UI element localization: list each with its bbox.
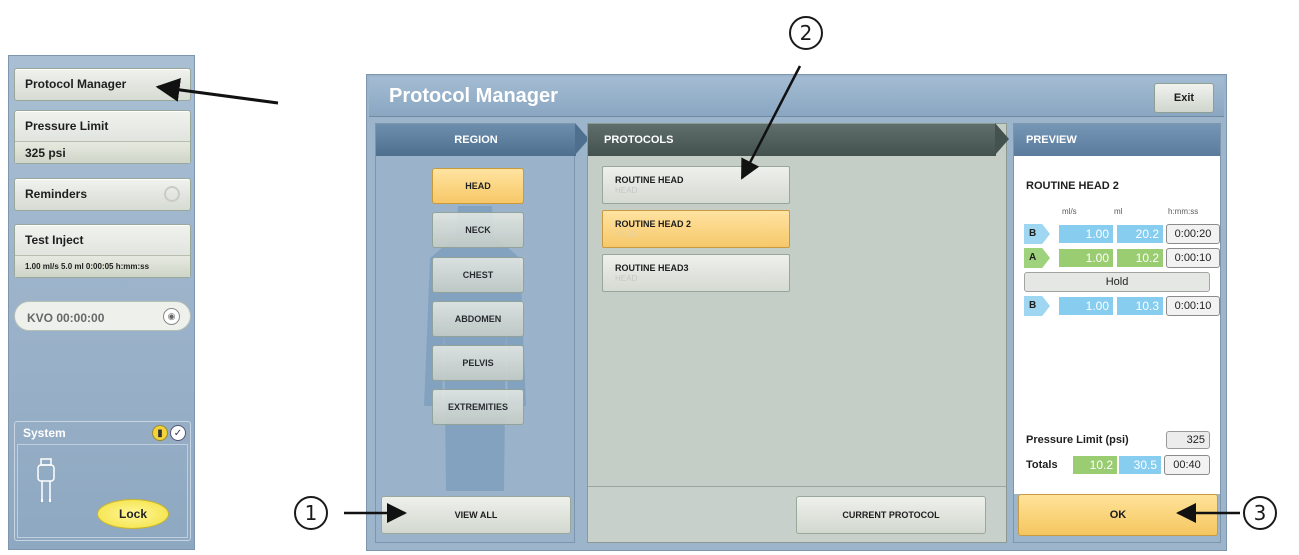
callout-2: 2	[789, 16, 823, 50]
phase-duration: 0:00:20	[1166, 224, 1220, 244]
phase-flow: 1.00	[1058, 248, 1114, 268]
phase-duration: 0:00:10	[1166, 248, 1220, 268]
left-side-panel: Protocol Manager Pressure Limit 325 psi …	[8, 55, 195, 550]
region-abdomen-button[interactable]: ABDOMEN	[432, 301, 524, 337]
protocol-name: ROUTINE HEAD	[615, 175, 684, 185]
kvo-label: KVO 00:00:00	[27, 311, 105, 325]
test-inject-value: 1.00 ml/s 5.0 ml 0:00:05 h:mm:ss	[15, 255, 190, 277]
test-inject-label: Test Inject	[25, 233, 84, 247]
system-panel: System ▮ ✓ Lock	[14, 421, 191, 541]
stopwatch-icon	[164, 186, 180, 202]
protocol-region: HEAD	[615, 186, 638, 195]
protocol-name: ROUTINE HEAD3	[615, 263, 689, 273]
system-body: Lock	[17, 444, 188, 538]
phase-row[interactable]: B 1.00 10.3 0:00:10	[1024, 296, 1220, 316]
phase-flow: 1.00	[1058, 296, 1114, 316]
region-chest-button[interactable]: CHEST	[432, 257, 524, 293]
region-header: REGION	[376, 124, 576, 156]
region-column: REGION HEAD NECK CHEST ABDOMEN PELVIS EX…	[375, 123, 576, 543]
kvo-button[interactable]: KVO 00:00:00 ◉	[14, 301, 191, 331]
region-head-button[interactable]: HEAD	[432, 168, 524, 204]
total-duration: 00:40	[1164, 455, 1210, 475]
protocol-name: ROUTINE HEAD 2	[615, 219, 692, 229]
phase-row[interactable]: B 1.00 20.2 0:00:20	[1024, 224, 1220, 244]
injector-head-icon	[37, 458, 55, 502]
unit-flow-label: ml/s	[1062, 207, 1077, 216]
screenshot-root: Protocol Manager Pressure Limit 325 psi …	[0, 0, 1299, 555]
total-volume-a: 10.2	[1072, 455, 1118, 475]
protocol-region: HEAD	[615, 274, 638, 283]
syringe-a-tag: A	[1024, 248, 1050, 268]
region-neck-button[interactable]: NECK	[432, 212, 524, 248]
protocol-manager-dialog: Protocol Manager Exit REGION HEAD NECK C…	[366, 74, 1227, 551]
current-protocol-button[interactable]: CURRENT PROTOCOL	[796, 496, 986, 534]
protocols-header: PROTOCOLS	[588, 124, 996, 156]
syringe-b-tag: B	[1024, 224, 1050, 244]
unit-duration-label: h:mm:ss	[1168, 207, 1199, 216]
phase-volume: 20.2	[1116, 224, 1164, 244]
region-pelvis-button[interactable]: PELVIS	[432, 345, 524, 381]
preview-column: PREVIEW ROUTINE HEAD 2 ml/s ml h:mm:ss B…	[1013, 123, 1221, 543]
protocols-header-arrow	[995, 123, 1009, 155]
callout-1: 1	[294, 496, 328, 530]
region-extremities-button[interactable]: EXTREMITIES	[432, 389, 524, 425]
unit-volume-label: ml	[1114, 207, 1123, 216]
phase-flow: 1.00	[1058, 224, 1114, 244]
phase-volume: 10.3	[1116, 296, 1164, 316]
test-inject-button[interactable]: Test Inject 1.00 ml/s 5.0 ml 0:00:05 h:m…	[14, 224, 191, 278]
phase-volume: 10.2	[1116, 248, 1164, 268]
preview-protocol-name: ROUTINE HEAD 2	[1026, 180, 1119, 192]
hold-phase[interactable]: Hold	[1024, 272, 1210, 292]
phase-row[interactable]: A 1.00 10.2 0:00:10	[1024, 248, 1220, 268]
protocol-item[interactable]: ROUTINE HEAD HEAD	[602, 166, 790, 204]
check-icon: ✓	[170, 425, 186, 441]
lock-button[interactable]: Lock	[97, 499, 169, 529]
preview-pressure-limit-label: Pressure Limit (psi)	[1026, 434, 1129, 446]
preview-header: PREVIEW	[1014, 124, 1220, 156]
protocol-item-selected[interactable]: ROUTINE HEAD 2 HEAD	[602, 210, 790, 248]
protocols-footer: CURRENT PROTOCOL	[588, 486, 1006, 542]
syringe-b-tag: B	[1024, 296, 1050, 316]
callout-3: 3	[1243, 496, 1277, 530]
drop-icon: ◉	[163, 308, 180, 325]
protocol-manager-label: Protocol Manager	[25, 77, 127, 91]
view-all-button[interactable]: VIEW ALL	[381, 496, 571, 534]
exit-button[interactable]: Exit	[1154, 83, 1214, 113]
syringe-status-icon: ▮	[152, 425, 168, 441]
pressure-limit-button[interactable]: Pressure Limit 325 psi	[14, 110, 191, 164]
pressure-limit-label: Pressure Limit	[25, 119, 109, 133]
protocol-manager-button[interactable]: Protocol Manager	[14, 68, 191, 101]
title-bar: Protocol Manager Exit	[369, 77, 1224, 117]
total-volume-b: 30.5	[1118, 455, 1162, 475]
preview-pressure-limit-value: 325	[1166, 431, 1210, 449]
protocols-column: PROTOCOLS ROUTINE HEAD HEAD ROUTINE HEAD…	[587, 123, 1007, 543]
protocol-region: HEAD	[615, 230, 638, 239]
protocol-item[interactable]: ROUTINE HEAD3 HEAD	[602, 254, 790, 292]
dialog-title: Protocol Manager	[389, 85, 558, 107]
reminders-button[interactable]: Reminders	[14, 178, 191, 211]
pressure-limit-value: 325 psi	[15, 141, 190, 163]
reminders-label: Reminders	[25, 187, 88, 201]
ok-button[interactable]: OK	[1018, 494, 1218, 536]
totals-label: Totals	[1026, 459, 1058, 471]
phase-duration: 0:00:10	[1166, 296, 1220, 316]
